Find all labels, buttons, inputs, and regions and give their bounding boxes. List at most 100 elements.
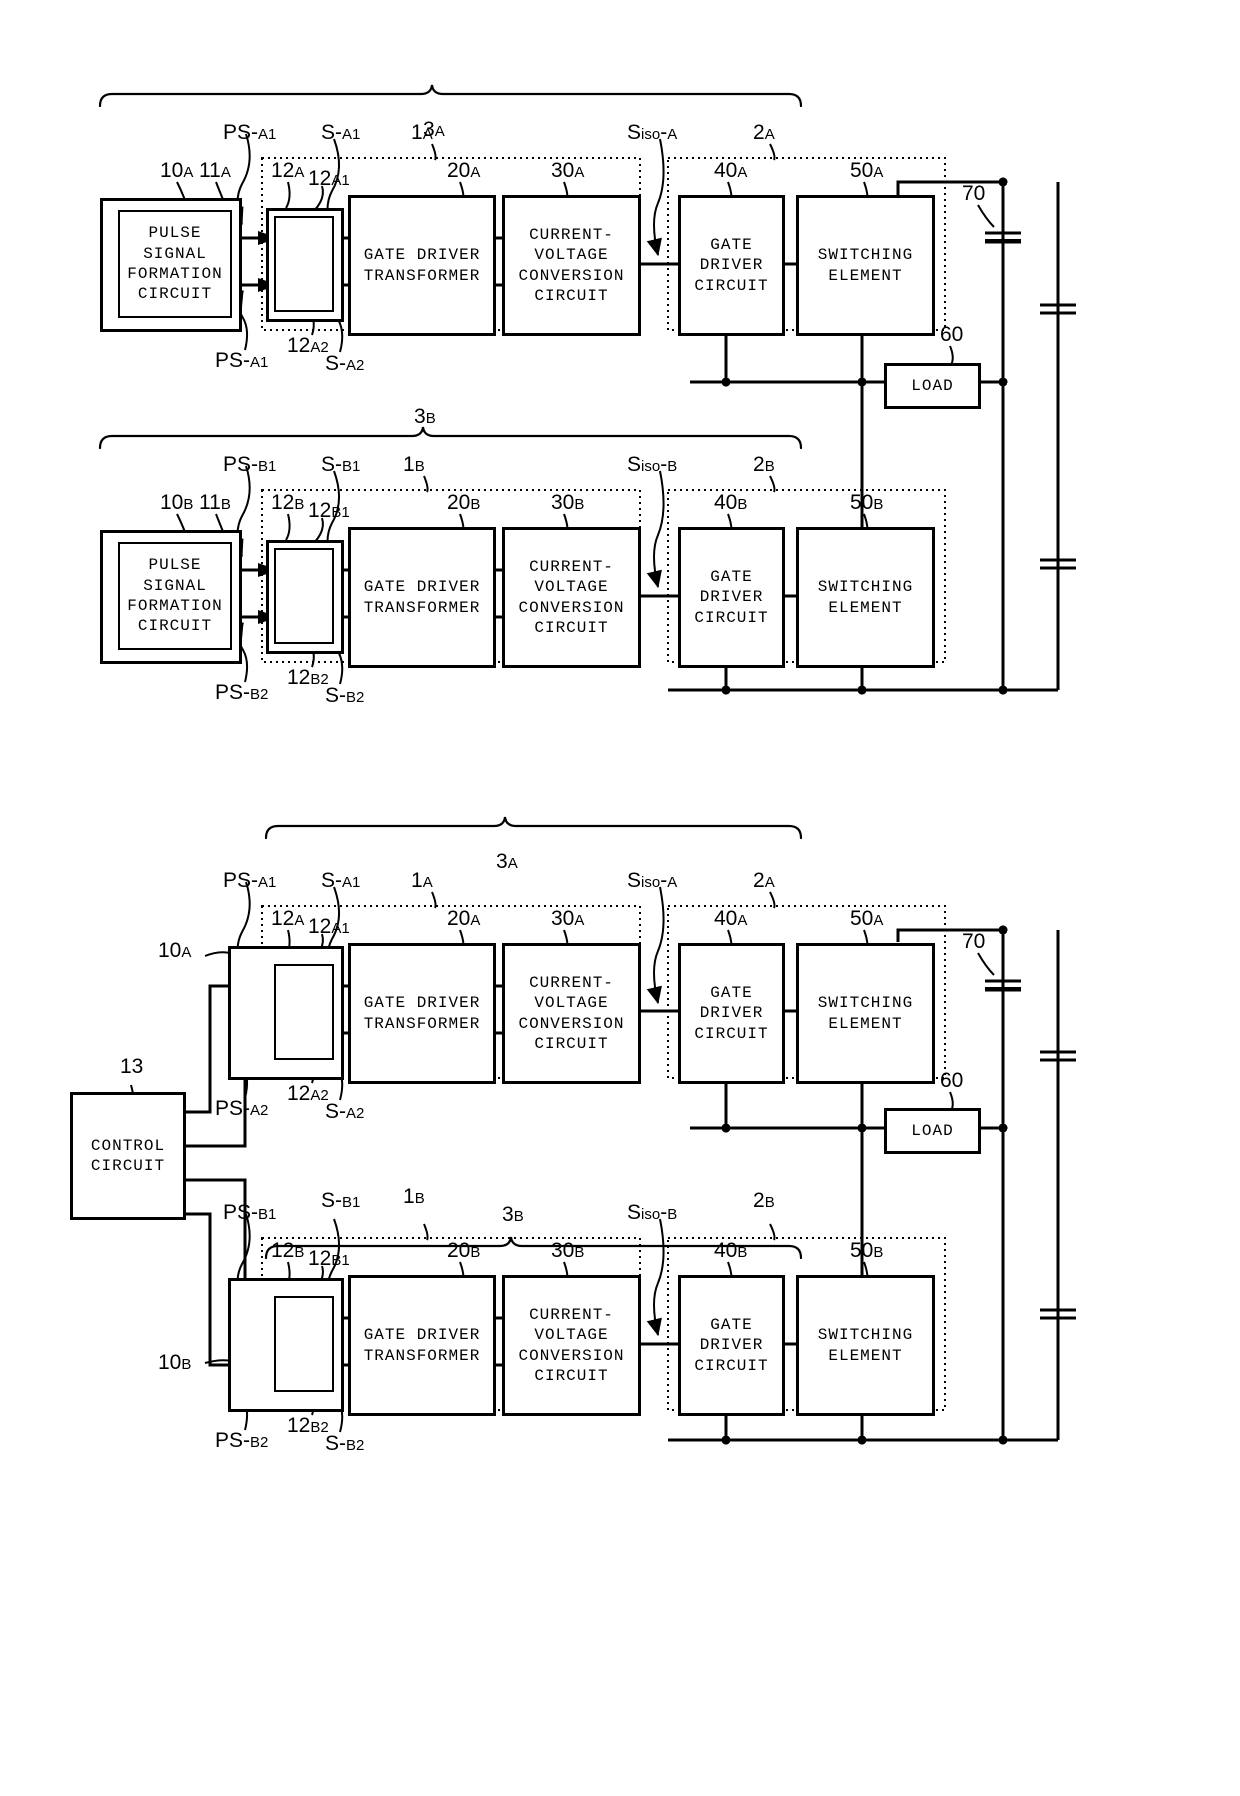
ref-2a-upper: 2A (753, 121, 775, 144)
ref-13-lower: 13 (120, 1055, 144, 1078)
gate-driver-transformer-a-label: GATE DRIVER TRANSFORMER (363, 246, 481, 285)
signal-s-a1-lower: S-A1 (321, 869, 361, 892)
pulse-signal-formation-circuit-b: PULSE SIGNAL FORMATION CIRCUIT (118, 542, 232, 650)
ref-12a1-lower: 12A1 (308, 915, 350, 938)
ref-30a-upper: 30A (551, 159, 585, 182)
ref-10b-lower: 10B (158, 1351, 192, 1374)
ref-30a-lower: 30A (551, 907, 585, 930)
ref-12a-upper: 12A (271, 159, 305, 182)
current-voltage-conversion-circuit-a-label: CURRENT- VOLTAGE CONVERSION CIRCUIT (518, 225, 625, 305)
ref-20a-upper: 20A (447, 159, 481, 182)
ref-40a-upper: 40A (714, 159, 748, 182)
ref-1a-lower: 1A (411, 869, 433, 892)
ref-12b1-lower: 12B1 (308, 1247, 350, 1270)
gate-driver-circuit-a: GATE DRIVER CIRCUIT (678, 195, 785, 336)
signal-ps-a1-upper-top: PS-A1 (223, 121, 277, 144)
current-voltage-conversion-circuit-b-lower-label: CURRENT- VOLTAGE CONVERSION CIRCUIT (518, 1305, 625, 1385)
pulse-signal-formation-circuit-a-label: PULSE SIGNAL FORMATION CIRCUIT (127, 224, 223, 304)
ref-2b-upper: 2B (753, 453, 775, 476)
load-lower-label: LOAD (911, 1121, 954, 1140)
ref-70-upper: 70 (962, 182, 986, 205)
ref-1b-upper: 1B (403, 453, 425, 476)
signal-s-a2-upper: S-A2 (325, 352, 365, 375)
load-upper: LOAD (884, 363, 981, 409)
switching-element-a-lower-label: SWITCHING ELEMENT (817, 994, 914, 1033)
pulse-signal-formation-circuit-a: PULSE SIGNAL FORMATION CIRCUIT (118, 210, 232, 318)
gate-driver-transformer-a: GATE DRIVER TRANSFORMER (348, 195, 496, 336)
ref-1b-lower: 1B (403, 1185, 425, 1208)
ref-50a-lower: 50A (850, 907, 884, 930)
ref-50a-upper: 50A (850, 159, 884, 182)
ref-12b-lower: 12B (271, 1239, 305, 1262)
gate-driver-transformer-a-lower: GATE DRIVER TRANSFORMER (348, 943, 496, 1084)
ref-11a-upper: 11A (199, 159, 231, 182)
ref-12b1-upper: 12B1 (308, 499, 350, 522)
current-voltage-conversion-circuit-a: CURRENT- VOLTAGE CONVERSION CIRCUIT (502, 195, 641, 336)
signal-ps-b2-upper: PS-B2 (215, 681, 269, 704)
ref-40b-lower: 40B (714, 1239, 748, 1262)
gate-driver-transformer-b-lower-label: GATE DRIVER TRANSFORMER (363, 1326, 481, 1365)
ref-10b-upper: 10B (160, 491, 194, 514)
ref-12a2-upper: 12A2 (287, 334, 329, 357)
signal-ps-b1-lower: PS-B1 (223, 1201, 277, 1224)
ref-70-lower: 70 (962, 930, 986, 953)
ref-30b-upper: 30B (551, 491, 585, 514)
current-voltage-conversion-circuit-a-lower: CURRENT- VOLTAGE CONVERSION CIRCUIT (502, 943, 641, 1084)
ref-30b-lower: 30B (551, 1239, 585, 1262)
ref-40b-upper: 40B (714, 491, 748, 514)
switching-element-a: SWITCHING ELEMENT (796, 195, 935, 336)
current-voltage-conversion-circuit-b-lower: CURRENT- VOLTAGE CONVERSION CIRCUIT (502, 1275, 641, 1416)
ref-12b2-upper: 12B2 (287, 666, 329, 689)
gate-driver-circuit-b-label: GATE DRIVER CIRCUIT (694, 567, 769, 627)
signal-s-a1-upper: S-A1 (321, 121, 361, 144)
ref-12a2-lower: 12A2 (287, 1082, 329, 1105)
gate-driver-circuit-a-lower: GATE DRIVER CIRCUIT (678, 943, 785, 1084)
signal-s-a2-lower: S-A2 (325, 1100, 365, 1123)
signal-siso-b-lower: Siso-B (627, 1201, 678, 1224)
signal-ps-a1-upper-bottom: PS-A1 (215, 349, 269, 372)
driver-pair-inner-a (274, 216, 334, 312)
switching-element-b-label: SWITCHING ELEMENT (817, 578, 914, 617)
current-voltage-conversion-circuit-b-label: CURRENT- VOLTAGE CONVERSION CIRCUIT (518, 557, 625, 637)
ref-1a-upper: 1A (411, 121, 433, 144)
signal-ps-b2-lower: PS-B2 (215, 1429, 269, 1452)
switching-element-b: SWITCHING ELEMENT (796, 527, 935, 668)
load-upper-label: LOAD (911, 376, 954, 395)
gate-driver-circuit-b: GATE DRIVER CIRCUIT (678, 527, 785, 668)
driver-pair-inner-b-lower (274, 1296, 334, 1392)
ref-60-upper: 60 (940, 323, 964, 346)
ref-12a1-upper: 12A1 (308, 167, 350, 190)
switching-element-b-lower: SWITCHING ELEMENT (796, 1275, 935, 1416)
ref-12b-upper: 12B (271, 491, 305, 514)
ref-10a-upper: 10A (160, 159, 194, 182)
ref-2a-lower: 2A (753, 869, 775, 892)
switching-element-a-lower: SWITCHING ELEMENT (796, 943, 935, 1084)
ref-50b-upper: 50B (850, 491, 884, 514)
signal-s-b1-upper: S-B1 (321, 453, 361, 476)
ref-40a-lower: 40A (714, 907, 748, 930)
pulse-signal-formation-circuit-b-label: PULSE SIGNAL FORMATION CIRCUIT (127, 556, 223, 636)
gate-driver-circuit-a-label: GATE DRIVER CIRCUIT (694, 235, 769, 295)
signal-s-b1-lower: S-B1 (321, 1189, 361, 1212)
signal-siso-b-upper: Siso-B (627, 453, 678, 476)
signal-ps-a1-lower: PS-A1 (223, 869, 277, 892)
gate-driver-transformer-a-lower-label: GATE DRIVER TRANSFORMER (363, 994, 481, 1033)
gate-driver-circuit-b-lower-label: GATE DRIVER CIRCUIT (694, 1315, 769, 1375)
ref-2b-lower: 2B (753, 1189, 775, 1212)
ref-60-lower: 60 (940, 1069, 964, 1092)
ref-11b-upper: 11B (199, 491, 231, 514)
gate-driver-circuit-a-lower-label: GATE DRIVER CIRCUIT (694, 983, 769, 1043)
signal-ps-b1-upper: PS-B1 (223, 453, 277, 476)
gate-driver-transformer-b: GATE DRIVER TRANSFORMER (348, 527, 496, 668)
ref-20b-upper: 20B (447, 491, 481, 514)
switching-element-b-lower-label: SWITCHING ELEMENT (817, 1326, 914, 1365)
signal-ps-a2-lower: PS-A2 (215, 1097, 269, 1120)
ref-3b-upper: 3B (414, 405, 436, 428)
gate-driver-transformer-b-lower: GATE DRIVER TRANSFORMER (348, 1275, 496, 1416)
driver-pair-inner-a-lower (274, 964, 334, 1060)
switching-element-a-label: SWITCHING ELEMENT (817, 246, 914, 285)
signal-siso-a-lower: Siso-A (627, 869, 678, 892)
ref-12a-lower: 12A (271, 907, 305, 930)
driver-pair-inner-b (274, 548, 334, 644)
signal-s-b2-upper: S-B2 (325, 684, 365, 707)
